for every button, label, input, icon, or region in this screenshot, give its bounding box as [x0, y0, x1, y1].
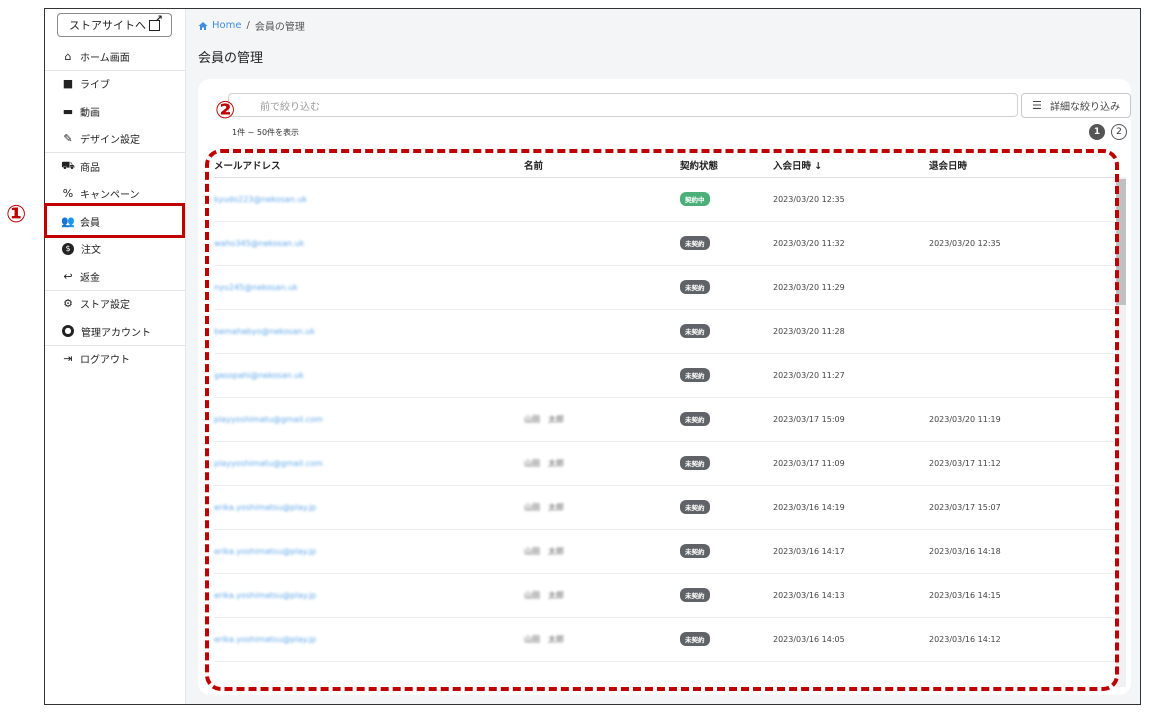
page-2-button[interactable]: 2 [1111, 124, 1127, 140]
page-1-button[interactable]: 1 [1089, 124, 1105, 140]
advanced-filter-button[interactable]: ☰ 詳細な絞り込み [1021, 93, 1131, 118]
annotation-highlight-members [44, 203, 185, 238]
advanced-filter-label: 詳細な絞り込み [1050, 102, 1120, 113]
sidebar-item-label: デザイン設定 [80, 135, 140, 147]
sidebar-item-9[interactable]: ⚙ ストア設定 [45, 291, 186, 319]
logout-icon: ⇥ [63, 352, 73, 366]
annotation-number-1: ① [6, 200, 27, 228]
store-site-label: ストアサイトへ [69, 19, 146, 32]
brush-icon: ✎ [63, 132, 73, 146]
breadcrumb: Home / 会員の管理 [198, 18, 305, 33]
sidebar-item-label: ライブ [80, 80, 110, 92]
annotation-highlight-table [205, 149, 1119, 691]
sidebar-item-7[interactable]: $ 注文 [45, 236, 186, 264]
page-title: 会員の管理 [198, 51, 264, 66]
result-count: 1件 ~ 50件を表示 [232, 128, 300, 137]
filter-icon: ☰ [1032, 99, 1042, 112]
account-icon: ● [62, 325, 74, 338]
gear-icon: ⚙ [63, 297, 73, 311]
sidebar-item-3[interactable]: ✎ デザイン設定 [45, 126, 186, 153]
breadcrumb-current: 会員の管理 [254, 22, 305, 33]
sidebar-item-2[interactable]: ▬ 動画 [45, 98, 186, 126]
sidebar-item-label: 注文 [81, 245, 101, 257]
annotation-number-2: ② [215, 96, 236, 124]
sidebar-item-10[interactable]: ● 管理アカウント [45, 318, 186, 346]
sidebar-item-label: ストア設定 [80, 300, 130, 312]
clapperboard-icon: ▬ [62, 104, 74, 118]
sidebar-item-0[interactable]: ⌂ ホーム画面 [45, 43, 186, 71]
sidebar-item-4[interactable]: ⛟ 商品 [45, 153, 186, 181]
breadcrumb-home-label: Home [212, 20, 242, 31]
reply-icon: ↩ [63, 269, 73, 283]
breadcrumb-separator: / [246, 20, 250, 31]
home-icon: ⌂ [64, 49, 72, 63]
video-camera-icon: ■ [62, 77, 74, 91]
external-link-icon [149, 14, 163, 31]
sidebar-item-1[interactable]: ■ ライブ [45, 71, 186, 99]
percent-icon: % [62, 187, 74, 201]
pagination: 1 2 [1089, 124, 1127, 140]
cart-icon: ⛟ [61, 158, 75, 172]
breadcrumb-home[interactable]: Home [198, 20, 242, 31]
sidebar-item-8[interactable]: ↩ 返金 [45, 263, 186, 291]
sidebar-item-label: 動画 [80, 107, 100, 119]
dollar-icon: $ [62, 242, 74, 255]
home-icon [198, 21, 208, 30]
sidebar-item-label: キャンペーン [80, 190, 140, 202]
sidebar-item-label: ログアウト [80, 355, 130, 367]
store-site-button[interactable]: ストアサイトへ [57, 13, 172, 37]
search-input[interactable]: 前で絞り込む [228, 93, 1018, 117]
sidebar-item-11[interactable]: ⇥ ログアウト [45, 346, 186, 374]
sidebar-item-label: ホーム画面 [80, 52, 130, 64]
sidebar-item-label: 商品 [80, 162, 100, 174]
search-placeholder: 前で絞り込む [260, 101, 320, 113]
sidebar: ストアサイトへ ⌂ホーム画面■ライブ▬動画✎デザイン設定⛟商品%キャンペーン👥会… [45, 9, 186, 704]
sidebar-item-label: 返金 [80, 272, 100, 284]
sidebar-item-label: 管理アカウント [81, 327, 151, 339]
